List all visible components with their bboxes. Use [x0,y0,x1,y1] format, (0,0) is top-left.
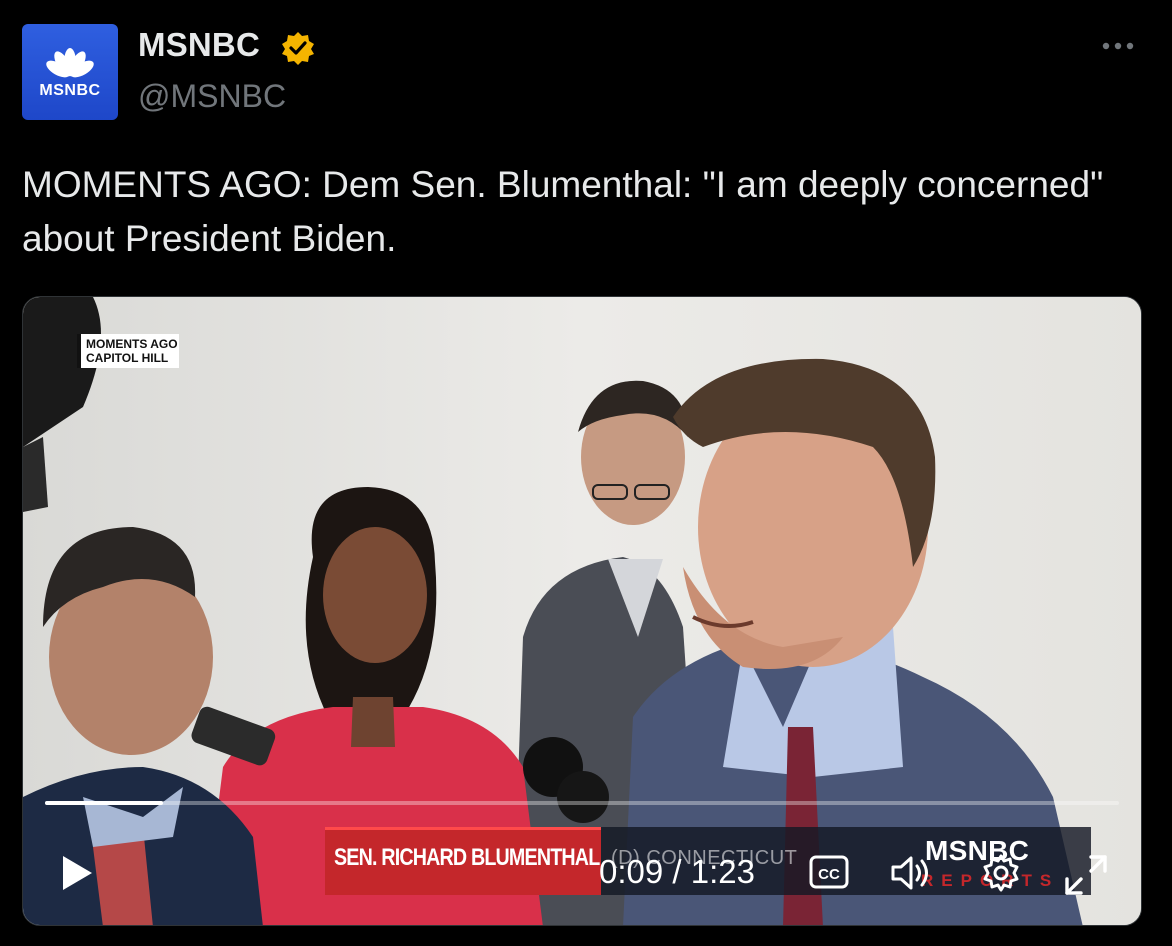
bug-line-1: MOMENTS AGO [86,337,178,351]
progress-bar[interactable] [45,801,1119,805]
bug-line-2: CAPITOL HILL [86,351,169,365]
progress-fill [45,801,164,805]
verified-badge-icon[interactable] [280,30,316,66]
account-avatar[interactable]: MSNBC [22,24,118,120]
display-name[interactable]: MSNBC [138,26,260,64]
more-options-icon[interactable] [1098,36,1138,56]
svg-text:CC: CC [818,866,840,883]
time-display: 0:09 / 1:23 [599,853,755,890]
video-player[interactable]: MOMENTS AGO CAPITOL HILL SEN. RICHARD BL… [22,296,1142,926]
settings-icon[interactable] [981,853,1021,893]
account-handle[interactable]: @MSNBC [138,78,286,115]
play-icon[interactable] [59,853,95,893]
tweet-text: MOMENTS AGO: Dem Sen. Blumenthal: "I am … [22,164,1104,259]
lower-third-name: SEN. RICHARD BLUMENTHAL [334,844,600,871]
captions-icon[interactable]: CC [809,855,849,889]
avatar-label: MSNBC [39,82,101,99]
location-bug: MOMENTS AGO CAPITOL HILL [77,334,179,368]
peacock-logo-icon [46,48,94,78]
volume-icon[interactable] [889,853,937,893]
fullscreen-icon[interactable] [1063,853,1109,897]
